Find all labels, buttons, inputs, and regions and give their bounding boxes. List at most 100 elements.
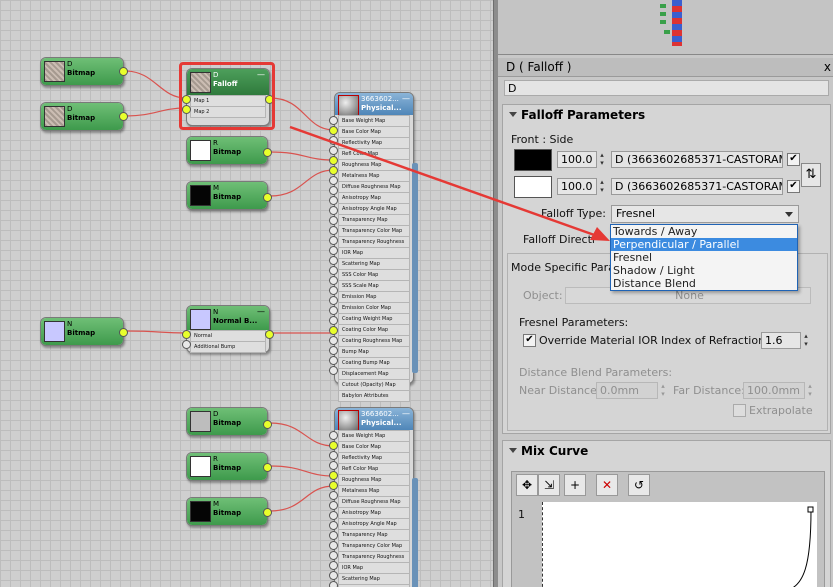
material-slot[interactable]: Diffuse Roughness Map [338, 497, 410, 508]
output-port[interactable] [263, 463, 272, 472]
material-slot[interactable]: Metalness Map [338, 486, 410, 497]
material-slot[interactable]: Reflectivity Map [338, 453, 410, 464]
output-port[interactable] [119, 328, 128, 337]
bitmap-node[interactable]: D Bitmap [40, 102, 128, 131]
option-shadow-light[interactable]: Shadow / Light [611, 264, 797, 277]
front-map-button[interactable]: D (3663602685371-CASTORAMA-F [611, 151, 783, 168]
material-slot[interactable]: SSS Color Map [338, 270, 410, 281]
bitmap-node[interactable]: R Bitmap [186, 136, 272, 165]
input-port[interactable] [329, 571, 338, 580]
output-port[interactable] [119, 112, 128, 121]
material-slot[interactable]: Emission Map [338, 292, 410, 303]
physical-material-node[interactable]: 3663602... Physical... — Base Weight Map B… [329, 92, 418, 402]
spinner-arrows-icon[interactable]: ▴ ▾ [802, 332, 810, 349]
material-slot[interactable]: Babylon Attributes [338, 391, 410, 402]
material-slot[interactable]: Anisotropy Map [338, 193, 410, 204]
material-slot[interactable]: IOR Map [338, 248, 410, 259]
minimize-icon[interactable]: — [402, 409, 410, 418]
spinner-arrows-icon[interactable]: ▴ ▾ [806, 382, 814, 399]
input-port[interactable] [329, 286, 338, 295]
input-port[interactable] [329, 236, 338, 245]
bitmap-node[interactable]: N Bitmap [40, 317, 128, 346]
input-port[interactable] [329, 246, 338, 255]
input-port[interactable] [329, 326, 338, 335]
material-slot[interactable]: Anisotropy Map [338, 508, 410, 519]
input-port[interactable] [329, 336, 338, 345]
material-slot[interactable]: Transparency Roughness [338, 552, 410, 563]
material-slot[interactable]: Refl Color Map [338, 149, 410, 160]
input-port[interactable] [329, 306, 338, 315]
input-port[interactable] [329, 126, 338, 135]
input-port[interactable] [329, 196, 338, 205]
input-port[interactable] [329, 116, 338, 125]
material-slot[interactable]: Emission Color Map [338, 303, 410, 314]
input-port[interactable] [329, 471, 338, 480]
material-slot[interactable]: Coating Color Map [338, 325, 410, 336]
front-amount-spinner[interactable]: 100.0 [557, 151, 597, 168]
input-port[interactable] [329, 346, 338, 355]
input-port[interactable] [182, 340, 191, 349]
input-port[interactable] [329, 366, 338, 375]
material-slot[interactable]: Coating Weight Map [338, 314, 410, 325]
physical-material-node[interactable]: 3663602... Physical... — Base Weight Map B… [329, 407, 418, 587]
option-perpendicular-parallel[interactable]: Perpendicular / Parallel [611, 238, 797, 251]
reset-curve-icon[interactable]: ↺ [628, 474, 650, 496]
minimize-icon[interactable]: — [257, 307, 265, 316]
material-slot[interactable]: Metalness Map [338, 171, 410, 182]
option-fresnel[interactable]: Fresnel [611, 251, 797, 264]
input-port[interactable] [329, 551, 338, 560]
input-port[interactable] [329, 296, 338, 305]
mix-curve-graph[interactable] [542, 502, 817, 587]
material-slot[interactable]: SSS Scale Map [338, 281, 410, 292]
front-color-swatch[interactable] [514, 149, 552, 171]
material-slot[interactable]: Roughness Map [338, 475, 410, 486]
spinner-arrows-icon[interactable]: ▴ ▾ [659, 382, 667, 399]
input-port[interactable] [329, 531, 338, 540]
input-port[interactable] [329, 441, 338, 450]
material-slot[interactable]: Base Weight Map [338, 115, 410, 127]
input-port[interactable] [329, 176, 338, 185]
input-port[interactable] [329, 226, 338, 235]
add-point-icon[interactable]: + [564, 474, 586, 496]
input-port[interactable] [329, 136, 338, 145]
input-port[interactable] [329, 266, 338, 275]
material-slot[interactable]: Scattering Map [338, 259, 410, 270]
override-ior-checkbox[interactable]: ✔ [523, 334, 536, 347]
minimize-icon[interactable]: — [402, 94, 410, 103]
input-port[interactable] [329, 561, 338, 570]
far-distance-spinner[interactable]: 100.0mm [743, 382, 805, 399]
spinner-arrows-icon[interactable]: ▴ ▾ [598, 178, 606, 195]
side-amount-spinner[interactable]: 100.0 [557, 178, 597, 195]
input-port[interactable] [329, 491, 338, 500]
node-scrollbar[interactable] [412, 478, 418, 587]
input-port[interactable] [329, 501, 338, 510]
ior-spinner[interactable]: 1.6 [761, 332, 801, 349]
output-port[interactable] [263, 508, 272, 517]
rollout-header[interactable]: Mix Curve [503, 441, 830, 461]
material-slot[interactable]: Refl Color Map [338, 464, 410, 475]
map-name-field[interactable]: D [504, 80, 829, 96]
material-slot[interactable]: Roughness Map [338, 160, 410, 171]
delete-point-icon[interactable]: ✕ [596, 474, 618, 496]
output-port[interactable] [119, 67, 128, 76]
output-port[interactable] [263, 148, 272, 157]
input-port[interactable] [329, 206, 338, 215]
material-slot[interactable]: Bump Map [338, 347, 410, 358]
bitmap-node[interactable]: M Bitmap [186, 497, 272, 526]
input-port[interactable] [329, 511, 338, 520]
input-port[interactable] [329, 146, 338, 155]
move-icon[interactable]: ✥ [516, 474, 538, 496]
output-port[interactable] [265, 330, 274, 339]
close-icon[interactable]: x [824, 60, 831, 74]
material-slot[interactable]: Transparency Color Map [338, 226, 410, 237]
input-port[interactable] [329, 166, 338, 175]
material-slot[interactable]: Base Weight Map [338, 430, 410, 442]
bitmap-node[interactable]: D Bitmap [40, 57, 128, 86]
material-slot[interactable]: Base Color Map [338, 442, 410, 453]
input-port[interactable] [329, 521, 338, 530]
input-port[interactable] [329, 481, 338, 490]
material-slot[interactable]: IOR Map [338, 563, 410, 574]
material-slot[interactable]: Cutout (Opacity) Map [338, 380, 410, 391]
falloff-type-dropdown[interactable]: Fresnel [611, 205, 799, 223]
material-slot[interactable]: Displacement Map [338, 369, 410, 380]
